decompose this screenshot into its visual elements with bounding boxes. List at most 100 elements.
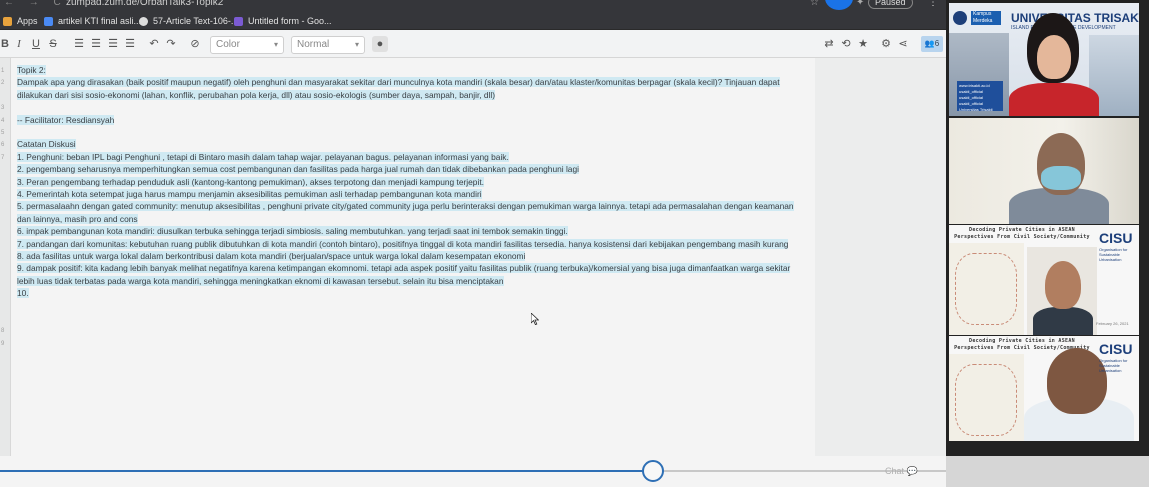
line-number: 4 (1, 117, 5, 124)
bookmark-article[interactable]: 57-Article Text-106-... (139, 16, 238, 26)
pad-line[interactable]: Dampak apa yang dirasakan (baik positif … (17, 76, 807, 101)
timeslider-handle[interactable] (642, 460, 664, 482)
ordered-list-icon[interactable]: ☰ (73, 36, 85, 52)
cisu-logo: CISU (1099, 341, 1133, 357)
pad-line[interactable]: 9. dampak positif: kita kadang lebih ban… (17, 262, 807, 287)
pad-line[interactable]: 6. impak pembangunan kota mandiri: diusu… (17, 225, 807, 237)
bookmark-form[interactable]: Untitled form - Goo... (234, 16, 332, 26)
pad-line[interactable]: Catatan Diskusi (17, 138, 807, 150)
url-field[interactable]: zumpad.zum.de/OrbanTalk3-Topik2 (66, 0, 223, 8)
editor-page[interactable]: Topik 2: Dampak apa yang dirasakan (baik … (11, 58, 815, 456)
extensions-icon[interactable]: ✦ (856, 0, 864, 8)
bottom-right-strip (946, 456, 1149, 487)
bookmark-apps[interactable]: Apps (3, 16, 38, 26)
pad-line[interactable]: 3. Peran pengembang terhadap penduduk as… (17, 176, 807, 188)
users-button[interactable]: 👥6 (921, 36, 943, 52)
pad-line[interactable] (17, 126, 807, 138)
bookmarks-bar: Apps artikel KTI final asli... 57-Articl… (0, 12, 946, 30)
nav-buttons-icon[interactable]: ← → C (4, 0, 67, 8)
chat-button[interactable]: Chat 💬 (885, 466, 918, 477)
share-icon[interactable]: ⋖ (896, 36, 910, 52)
pad-line-text: Dampak apa yang dirasakan (baik positif … (17, 77, 780, 100)
redo-icon[interactable]: ↷ (165, 36, 177, 52)
university-logo (953, 11, 967, 25)
pad-line-text: Catatan Diskusi (17, 139, 76, 150)
bookmark-artikel[interactable]: artikel KTI final asli... (44, 16, 141, 26)
participant-video-2[interactable] (949, 118, 1139, 224)
speaker-face (1037, 35, 1071, 79)
history-icon[interactable]: ⟲ (839, 36, 853, 52)
doc-icon (44, 16, 53, 26)
pad-line-text: 4. Pemerintah kota setempat juga harus m… (17, 189, 482, 200)
cisu-logo: CISU (1099, 230, 1133, 246)
speaker-face (1045, 261, 1081, 309)
kampus-merdeka-logo: Kampus Merdeka (971, 11, 1001, 25)
pad-line-text: 9. dampak positif: kita kadang lebih ban… (17, 263, 791, 286)
style-select[interactable]: Normal ▾ (291, 36, 365, 54)
bookmark-label: artikel KTI final asli... (58, 16, 142, 26)
color-select[interactable]: Color ▾ (210, 36, 284, 54)
line-number: 9 (1, 340, 5, 347)
pad-line[interactable]: -- Facilitator: Resdiansyah (17, 114, 807, 126)
color-select-value: Color (216, 39, 240, 50)
pad-line[interactable]: 4. Pemerintah kota setempat juga harus m… (17, 188, 807, 200)
users-icon: 👥 (924, 39, 935, 48)
speaker-face (1047, 348, 1107, 414)
cisu-subtitle: Organisation for Sustainable Urbanisatio… (1099, 358, 1128, 373)
indent-icon[interactable]: ☰ (107, 36, 119, 52)
profile-avatar[interactable] (825, 0, 853, 10)
pad-content[interactable]: Topik 2: Dampak apa yang dirasakan (baik … (17, 64, 807, 300)
outdent-icon[interactable]: ☰ (124, 36, 136, 52)
slide-date: February 26, 2021 (1096, 321, 1129, 326)
pad-line[interactable] (17, 101, 807, 113)
pad-line-text: 10. (17, 288, 29, 299)
pad-line-text: 2. pengembang seharusnya memperhitungkan… (17, 164, 579, 175)
participant-video-1[interactable]: Kampus Merdeka UNIVERSITAS TRISAKTI ISLA… (949, 3, 1139, 116)
pad-line-text: 6. impak pembangunan kota mandiri: diusu… (17, 226, 568, 237)
pad-line[interactable]: 1. Penghuni: beban IPL bagi Penghuni , t… (17, 151, 807, 163)
unordered-list-icon[interactable]: ☰ (90, 36, 102, 52)
pad-line-text: 7. pandangan dari komunitas: kebutuhan r… (17, 238, 789, 249)
speaker-frame (1027, 247, 1097, 335)
style-select-value: Normal (297, 39, 330, 50)
italic-button[interactable]: I (14, 36, 24, 52)
globe-icon (139, 16, 148, 26)
strikethrough-button[interactable]: S (48, 36, 58, 52)
underline-button[interactable]: U (31, 36, 41, 52)
clear-authorship-icon[interactable]: ⊘ (188, 36, 202, 52)
browser-menu-icon[interactable]: ⋮ (928, 0, 938, 8)
editor-outer: 1 2 3 4 5 6 7 8 9 Topik 2: Dampak apa yang dirasa… (0, 58, 946, 456)
browser-address-bar: ← → C zumpad.zum.de/OrbanTalk3-Topik2 ☆ … (0, 0, 946, 12)
star-icon[interactable]: ★ (856, 36, 870, 52)
bold-button[interactable]: B (0, 36, 10, 52)
speaker-body (1033, 307, 1093, 335)
deck-title: Decoding Private Cities in ASEAN Perspec… (952, 227, 1092, 241)
chevron-down-icon: ▾ (354, 40, 359, 49)
university-title: UNIVERSITAS TRISAKTI (1011, 11, 1139, 25)
bookmark-star-icon[interactable]: ☆ (810, 0, 819, 8)
settings-gear-icon[interactable]: ⚙ (879, 36, 893, 52)
pad-line[interactable]: 2. pengembang seharusnya memperhitungkan… (17, 163, 807, 175)
participant-video-4[interactable]: Decoding Private Cities in ASEAN Perspec… (949, 336, 1139, 441)
pad-line[interactable]: Topik 2: (17, 64, 807, 76)
paused-badge[interactable]: Paused (868, 0, 913, 9)
cisu-subtitle: Organisation for Sustainable Urbanisatio… (1099, 247, 1128, 262)
participant-video-3[interactable]: Decoding Private Cities in ASEAN Perspec… (949, 225, 1139, 335)
timeslider-track-filled[interactable] (0, 470, 653, 472)
pad-line[interactable]: 10. (17, 287, 807, 299)
line-number: 8 (1, 328, 5, 335)
video-participants-panel: Kampus Merdeka UNIVERSITAS TRISAKTI ISLA… (946, 0, 1149, 456)
editor-toolbar: B I U S ☰ ☰ ☰ ☰ ↶ ↷ ⊘ Color ▾ Normal ▾ ●… (0, 30, 946, 58)
bookmark-label: Apps (17, 16, 38, 26)
pad-line[interactable]: 8. ada fasilitas untuk warga lokal dalam… (17, 250, 807, 262)
chat-label: Chat (885, 466, 905, 476)
pad-line-text: 1. Penghuni: beban IPL bagi Penghuni , t… (17, 151, 509, 162)
undo-icon[interactable]: ↶ (148, 36, 160, 52)
pad-line[interactable]: 5. permasalaahn dengan gated community: … (17, 200, 807, 225)
pad-line[interactable]: 7. pandangan dari komunitas: kebutuhan r… (17, 238, 807, 250)
line-number-gutter: 1 2 3 4 5 6 7 8 9 (0, 58, 11, 456)
import-export-icon[interactable]: ⇄ (822, 36, 836, 52)
comment-icon[interactable]: ● (372, 36, 388, 52)
social-line: Universitas Trisakti (959, 107, 993, 112)
pad-line-text: 8. ada fasilitas untuk warga lokal dalam… (17, 251, 526, 262)
